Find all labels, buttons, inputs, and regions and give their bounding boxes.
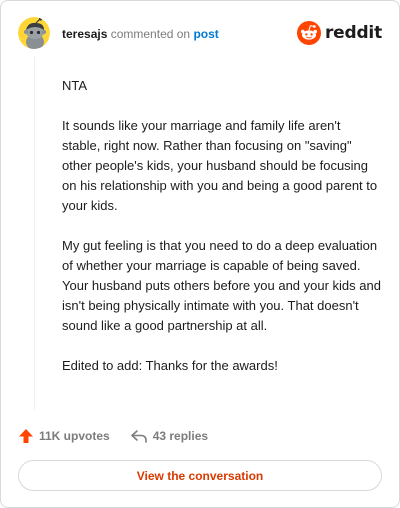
comment-paragraph: My gut feeling is that you need to do a …	[62, 238, 381, 333]
comment-body: NTA It sounds like your marriage and fam…	[62, 76, 382, 396]
upvote-arrow-icon	[19, 429, 33, 443]
comment-embed-card: teresajs commented on post reddit NTA It…	[0, 0, 400, 508]
avatar[interactable]	[18, 17, 50, 49]
snoo-avatar-icon	[18, 17, 50, 49]
upvote-count: 11K upvotes	[39, 429, 110, 443]
upvote-button[interactable]: 11K upvotes	[18, 428, 110, 444]
action-text: commented on	[110, 27, 191, 41]
comment-footer: 11K upvotes 43 replies	[18, 425, 208, 447]
comment-byline: teresajs commented on post	[62, 26, 219, 42]
username-link[interactable]: teresajs	[62, 27, 107, 41]
reddit-alien-icon	[296, 21, 321, 45]
reply-count: 43 replies	[152, 429, 209, 443]
comment-paragraph: NTA	[62, 78, 88, 93]
thread-line	[34, 57, 35, 410]
comment-paragraph: Edited to add: Thanks for the awards!	[62, 358, 278, 373]
view-conversation-button[interactable]: View the conversation	[18, 460, 382, 491]
reddit-wordmark: reddit	[324, 23, 382, 43]
reply-arrow-icon	[130, 430, 147, 443]
comment-paragraph: It sounds like your marriage and family …	[62, 118, 378, 213]
reddit-logo[interactable]: reddit	[296, 20, 382, 46]
post-link[interactable]: post	[193, 27, 218, 41]
comment-header: teresajs commented on post reddit	[18, 17, 382, 51]
replies-button[interactable]: 43 replies	[130, 428, 208, 444]
